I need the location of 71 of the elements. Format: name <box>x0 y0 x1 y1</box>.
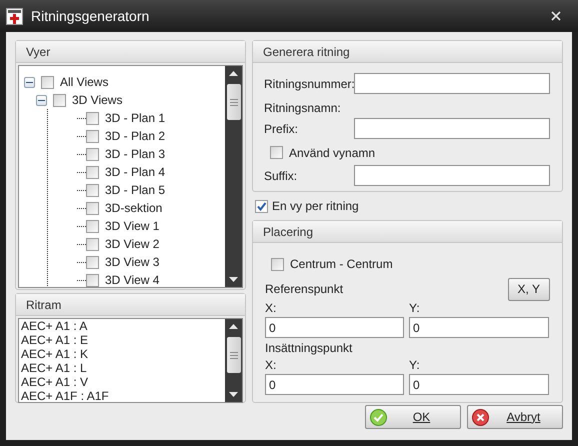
tree-item[interactable]: 3D - Plan 4 <box>105 165 166 179</box>
checkbox[interactable] <box>86 256 99 268</box>
checkbox[interactable] <box>271 258 284 270</box>
tree-item[interactable]: 3D - Plan 1 <box>105 111 166 125</box>
checkbox-label[interactable]: Centrum - Centrum <box>290 257 393 271</box>
field-label: Y: <box>409 358 421 374</box>
x-field[interactable]: 0 <box>265 374 404 395</box>
pick-point-button[interactable]: X, Y <box>508 278 550 300</box>
checkbox[interactable] <box>86 148 99 160</box>
checkbox[interactable] <box>86 274 99 286</box>
group-title: Generera ritning <box>253 41 562 63</box>
scroll-thumb[interactable] <box>226 337 240 373</box>
tree-item[interactable]: 3D View 3 <box>105 255 160 269</box>
tree-item[interactable]: 3D View 4 <box>105 273 160 287</box>
scroll-thumb[interactable] <box>226 84 240 120</box>
collapse-icon[interactable] <box>24 76 35 88</box>
field-label: Prefix: <box>264 122 300 136</box>
section-label: Ritningsnamn: <box>264 100 342 116</box>
y-field[interactable]: 0 <box>409 317 549 338</box>
tree-item[interactable]: 3D - Plan 3 <box>105 147 166 161</box>
checkbox[interactable] <box>86 202 99 214</box>
checkbox[interactable] <box>41 76 54 88</box>
text-field[interactable] <box>354 73 550 94</box>
scrollbar[interactable] <box>225 319 242 402</box>
list-item[interactable]: AEC+ A1 : V <box>19 375 225 389</box>
tree-item[interactable]: 3D View 1 <box>105 219 160 233</box>
field-label: Suffix: <box>264 168 298 182</box>
x-field[interactable]: 0 <box>265 317 404 338</box>
cancel-button[interactable]: Avbryt <box>467 405 563 429</box>
section-label: Insättningspunkt <box>265 341 352 355</box>
scrollbar[interactable] <box>225 66 242 287</box>
checkbox[interactable] <box>270 146 283 159</box>
checkbox-label[interactable]: Använd vynamn <box>289 146 376 160</box>
collapse-icon[interactable] <box>36 94 47 106</box>
tree-item[interactable]: 3D - Plan 2 <box>105 129 166 143</box>
window-title: Ritningsgeneratorn <box>31 8 150 24</box>
field-label: X: <box>265 301 278 317</box>
check-icon <box>370 408 387 426</box>
tree-item[interactable]: 3D Views <box>72 93 122 107</box>
field-label: Ritningsnummer: <box>264 76 354 90</box>
group-title: Ritram <box>16 294 245 316</box>
list-item[interactable]: AEC+ A1 : A <box>19 319 225 333</box>
tree-item[interactable]: All Views <box>60 75 108 89</box>
app-logo-icon <box>6 8 23 24</box>
y-field[interactable]: 0 <box>409 374 549 395</box>
field-label: X: <box>265 358 278 374</box>
list-item[interactable]: AEC+ A1 : K <box>19 347 225 361</box>
checkbox[interactable] <box>86 112 99 124</box>
cancel-icon <box>472 408 489 426</box>
group-title: Placering <box>253 221 562 243</box>
checkbox[interactable] <box>86 130 99 142</box>
field-label: Y: <box>409 301 421 317</box>
section-label: Referenspunkt <box>265 282 344 296</box>
list-item[interactable]: AEC+ A1 : E <box>19 333 225 347</box>
tree-item[interactable]: 3D View 2 <box>105 237 160 251</box>
checkbox[interactable] <box>86 184 99 196</box>
checkbox-label[interactable]: En vy per ritning <box>272 199 359 213</box>
text-field[interactable] <box>354 118 550 139</box>
close-icon <box>551 11 561 21</box>
checkbox[interactable] <box>255 200 268 212</box>
tree-item[interactable]: 3D - Plan 5 <box>105 183 166 197</box>
list-item[interactable]: AEC+ A1 : L <box>19 361 225 375</box>
text-field[interactable] <box>354 165 550 186</box>
checkbox[interactable] <box>53 94 66 106</box>
group-title: Vyer <box>16 41 245 63</box>
list-item[interactable]: AEC+ A1F : A1F <box>19 389 225 402</box>
checkbox[interactable] <box>86 220 99 232</box>
ok-button[interactable]: OK <box>365 405 461 429</box>
checkbox[interactable] <box>86 238 99 250</box>
checkbox[interactable] <box>86 166 99 178</box>
tree-item[interactable]: 3D-sektion <box>105 201 162 215</box>
